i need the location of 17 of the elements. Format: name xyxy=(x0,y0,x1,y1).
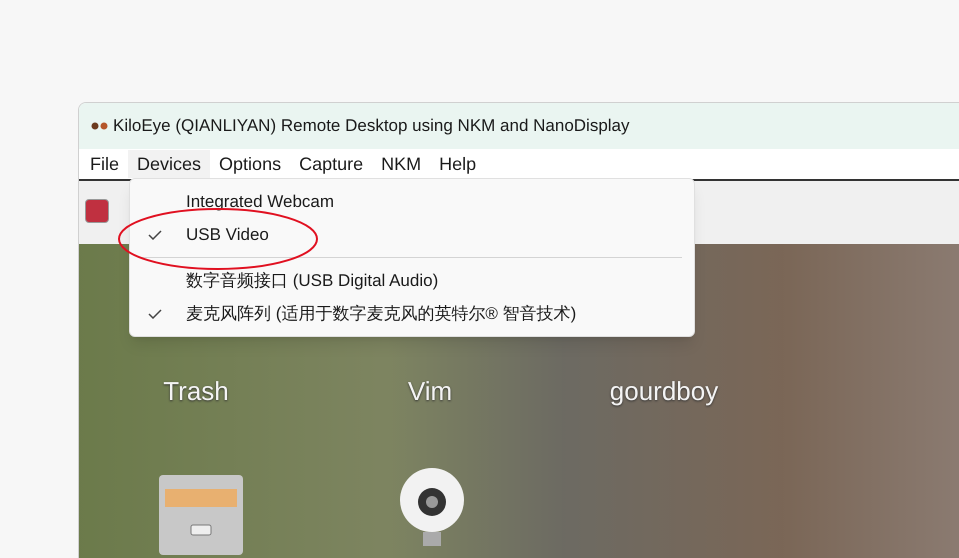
webcam-icon[interactable] xyxy=(399,466,465,546)
menu-option[interactable]: 麦克风阵列 (适用于数字麦克风的英特尔® 智音技术) xyxy=(130,297,694,330)
menu-option[interactable]: USB Video xyxy=(130,218,694,251)
menu-item[interactable]: NKM xyxy=(372,150,430,178)
menu-option[interactable]: 数字音频接口 (USB Digital Audio) xyxy=(130,264,694,297)
menu-item[interactable]: Options xyxy=(210,150,290,178)
app-icon xyxy=(91,121,109,131)
menu-option[interactable]: Integrated Webcam xyxy=(130,185,694,218)
menu-item[interactable]: Help xyxy=(430,150,486,178)
menu-item[interactable]: Devices xyxy=(128,150,210,178)
desktop-icon-label[interactable]: gourdboy xyxy=(610,372,718,411)
desktop-icon-label[interactable]: Vim xyxy=(408,372,452,411)
toolbar-icon[interactable] xyxy=(85,199,109,223)
desktop-icon-label[interactable]: Trash xyxy=(163,372,229,411)
window-title: KiloEye (QIANLIYAN) Remote Desktop using NKM and NanoDisplay xyxy=(113,115,630,138)
menu-item[interactable]: Capture xyxy=(290,150,372,178)
menu-item[interactable]: File xyxy=(81,150,128,178)
